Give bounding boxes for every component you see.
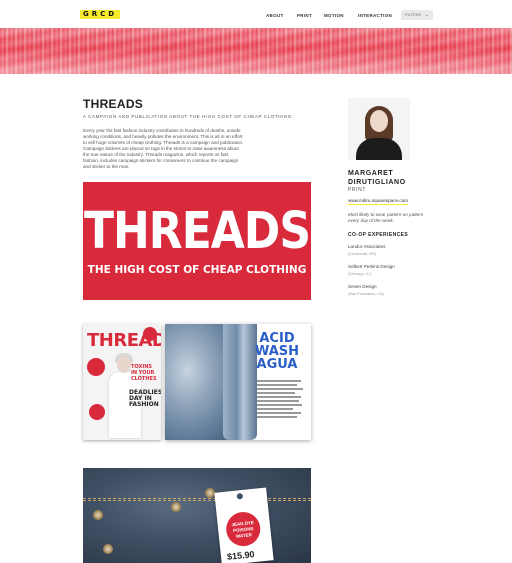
spread-headline: ACID WASH AGUA <box>254 331 300 372</box>
cover-line: DEADLIEST DAY IN FASHION <box>129 389 161 408</box>
chevron-down-icon: ⌄ <box>424 12 429 18</box>
cover-sticker <box>87 358 105 376</box>
cover-line: TOXINS IN YOUR CLOTHES <box>131 364 157 382</box>
hero-banner-image <box>0 28 512 74</box>
filters-dropdown[interactable]: FILTERS ⌄ <box>401 10 433 20</box>
designer-discipline: PRINT <box>348 187 366 193</box>
poster-tagline: THE HIGH COST OF CHEAP CLOTHING <box>87 264 307 276</box>
experience-item: Seven Design (San Francisco, CA) <box>348 284 384 296</box>
designer-website-link[interactable]: www.mdiru.squarespace.com <box>348 198 408 205</box>
experience-item: Landor Associates (Cincinnati, OH) <box>348 244 386 256</box>
site-header: GRCD ABOUT PRINT MOTION INTERACTION FILT… <box>0 0 512 28</box>
experience-location: (Cincinnati, OH) <box>348 251 377 256</box>
project-title: THREADS <box>83 97 144 111</box>
nav-print[interactable]: PRINT <box>297 13 312 18</box>
cover-badge <box>143 327 157 341</box>
designer-name: MARGARET DIRUTIGLIANO <box>348 170 406 186</box>
experience-company: Selbert Perkins Design <box>348 264 395 269</box>
experience-location: (Chicago, IL) <box>348 271 371 276</box>
magazine-inner-spread: ACID WASH AGUA <box>165 324 311 440</box>
magazine-cover: THREADS TOXINS IN YOUR CLOTHES DEADLIEST… <box>83 324 161 440</box>
coop-heading: CO-OP EXPERIENCES <box>348 232 409 238</box>
project-description: Every year the fast fashion industry con… <box>83 128 244 169</box>
experience-company: Landor Associates <box>348 244 386 249</box>
designer-quote: Most likely to wear pattern on pattern e… <box>348 212 424 223</box>
experience-location: (San Francisco, CA) <box>348 291 385 296</box>
site-logo[interactable]: GRCD <box>80 10 121 19</box>
experience-item: Selbert Perkins Design (Chicago, IL) <box>348 264 395 276</box>
price-tag: JEAN DYE POISONS WATER $15.90 <box>214 487 274 563</box>
tag-price: $15.90 <box>226 549 255 562</box>
jeans-tag-image <box>83 468 311 563</box>
nav-interaction[interactable]: INTERACTION <box>358 13 392 18</box>
nav-motion[interactable]: MOTION <box>324 13 344 18</box>
filters-label: FILTERS <box>405 12 422 17</box>
cover-sticker <box>89 404 105 420</box>
tag-sticker: JEAN DYE POISONS WATER <box>224 510 262 548</box>
poster-headline: THREADS <box>83 202 311 261</box>
designer-photo <box>348 98 410 160</box>
magazine-spread-image: THREADS TOXINS IN YOUR CLOTHES DEADLIEST… <box>83 322 311 440</box>
campaign-poster-image: THREADS THE HIGH COST OF CHEAP CLOTHING <box>83 182 311 300</box>
nav-about[interactable]: ABOUT <box>266 13 284 18</box>
project-subtitle: A CAMPAIGN AND PUBLICATION ABOUT THE HIG… <box>83 114 294 119</box>
experience-company: Seven Design <box>348 284 377 289</box>
